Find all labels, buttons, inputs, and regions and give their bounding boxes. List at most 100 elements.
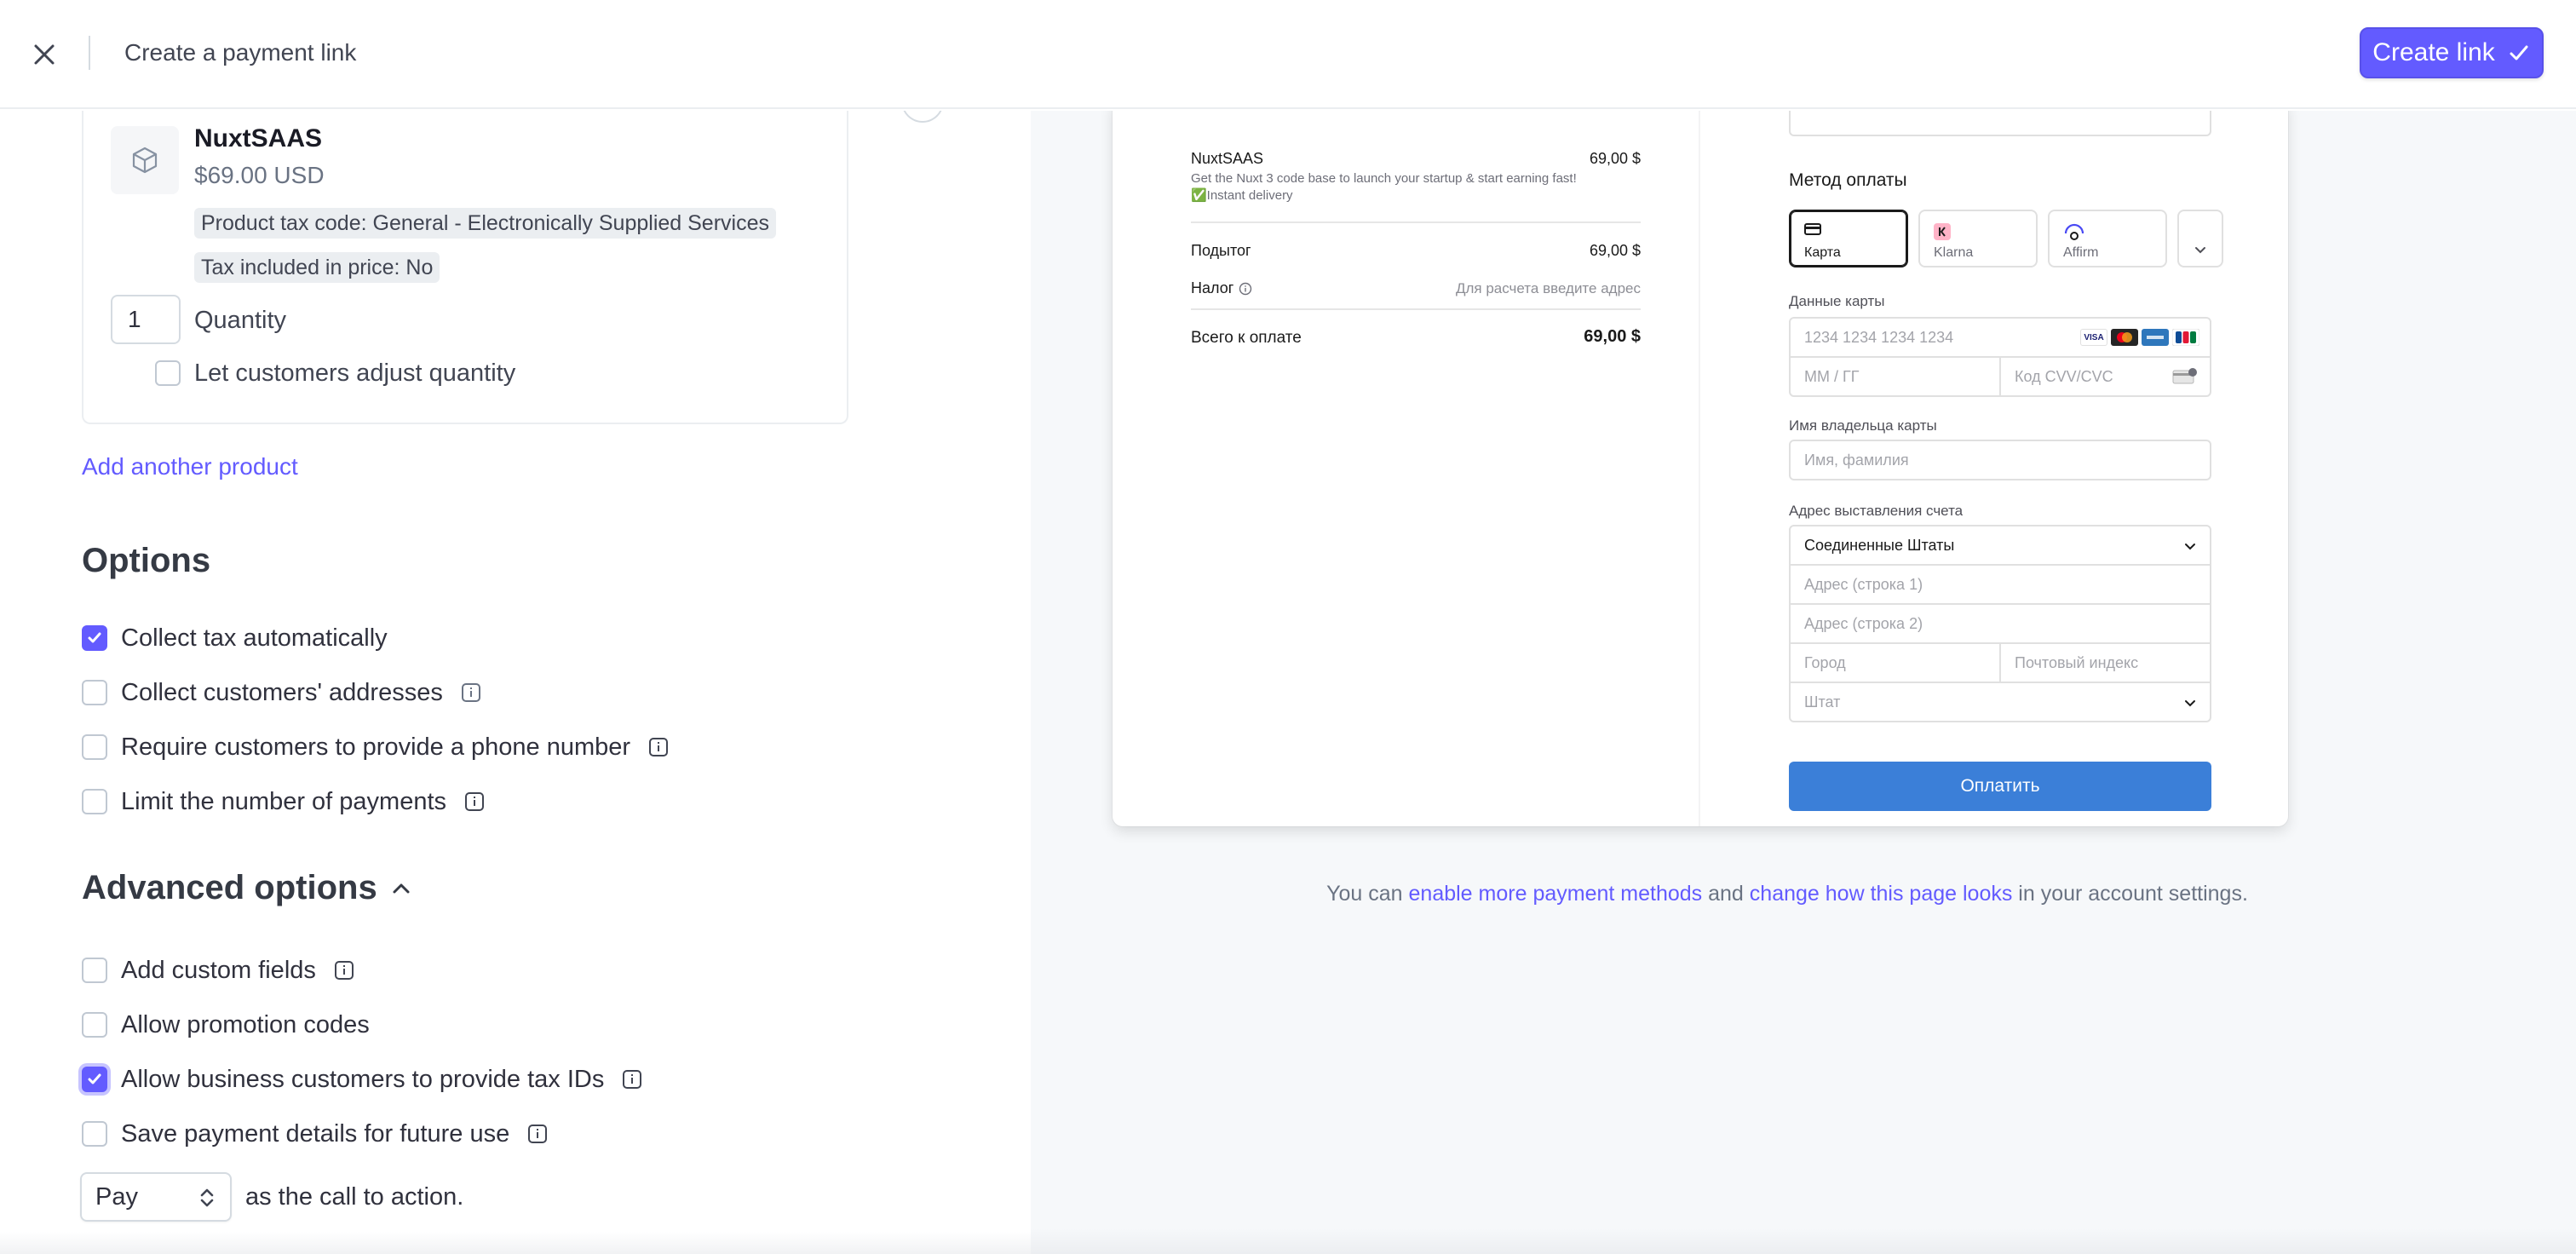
info-icon[interactable] <box>1239 282 1252 296</box>
billing-address-label: Адрес выставления счета <box>1789 503 1964 519</box>
require-phone-checkbox[interactable] <box>82 734 107 760</box>
preview-footer-note: You can enable more payment methods and … <box>1031 882 2544 906</box>
tax-value: Для расчета введите адрес <box>1455 280 1641 296</box>
limit-payments-label: Limit the number of payments <box>121 787 447 815</box>
footer-suffix: in your account settings. <box>2018 882 2248 906</box>
cvc-card-icon <box>2172 368 2197 384</box>
adjust-quantity-option[interactable]: Let customers adjust quantity <box>155 356 515 390</box>
collect-addresses-checkbox[interactable] <box>82 680 107 705</box>
card-icon <box>1804 223 1821 235</box>
total-label: Всего к оплате <box>1191 329 1302 347</box>
business-tax-ids-checkbox[interactable] <box>82 1067 107 1092</box>
option-collect-tax[interactable]: Collect tax automatically <box>82 621 388 655</box>
info-icon[interactable] <box>334 961 354 980</box>
summary-item-description: Get the Nuxt 3 code base to launch your … <box>1191 171 1577 203</box>
cardholder-placeholder: Имя, фамилия <box>1804 451 1909 469</box>
card-details-label: Данные карты <box>1789 293 1885 309</box>
collect-addresses-label: Collect customers' addresses <box>121 678 443 706</box>
change-page-looks-link[interactable]: change how this page looks <box>1750 882 2013 906</box>
tax-code-badge: Product tax code: General - Electronical… <box>194 208 776 239</box>
info-icon[interactable] <box>528 1125 548 1143</box>
close-button[interactable] <box>26 36 63 73</box>
pay-button[interactable]: Оплатить <box>1789 762 2211 811</box>
checkout-preview: NuxtSAAS 69,00 $ Get the Nuxt 3 code bas… <box>1113 111 2288 826</box>
product-card: NuxtSAAS $69.00 USD Product tax code: Ge… <box>82 111 944 424</box>
payment-methods-more-button[interactable] <box>2177 210 2223 267</box>
adjust-quantity-label: Let customers adjust quantity <box>194 359 516 387</box>
custom-fields-checkbox[interactable] <box>82 958 107 983</box>
subtotal-value: 69,00 $ <box>1589 242 1641 259</box>
check-icon <box>88 632 101 643</box>
call-to-action-select[interactable]: Pay <box>80 1172 232 1222</box>
product-thumbnail <box>111 126 179 194</box>
save-payment-details-checkbox[interactable] <box>82 1121 107 1147</box>
payment-method-affirm-label: Affirm <box>2063 245 2099 260</box>
card-expiry-input[interactable]: ММ / ГГ <box>1789 356 2001 397</box>
close-icon <box>34 44 55 65</box>
option-require-phone[interactable]: Require customers to provide a phone num… <box>82 730 669 764</box>
collect-tax-checkbox[interactable] <box>82 625 107 651</box>
checkout-preview-pane: NuxtSAAS 69,00 $ Get the Nuxt 3 code bas… <box>1031 111 2576 1254</box>
option-business-tax-ids[interactable]: Allow business customers to provide tax … <box>82 1062 642 1096</box>
card-cvc-input[interactable]: Код CVV/CVC <box>1999 356 2211 397</box>
scroll-shadow <box>1031 1228 2576 1254</box>
mastercard-icon <box>2111 329 2138 346</box>
chevron-up-down-icon <box>200 1188 214 1207</box>
payment-method-card[interactable]: Карта <box>1789 210 1908 267</box>
payment-method-affirm[interactable]: Affirm <box>2048 210 2167 267</box>
card-brands: VISA <box>2080 329 2199 346</box>
cardholder-label: Имя владельца карты <box>1789 417 1937 434</box>
box-icon <box>132 147 158 174</box>
promotion-codes-checkbox[interactable] <box>82 1012 107 1038</box>
require-phone-label: Require customers to provide a phone num… <box>121 733 631 761</box>
zip-input[interactable]: Почтовый индекс <box>1999 642 2211 683</box>
enable-payment-methods-link[interactable]: enable more payment methods <box>1409 882 1703 906</box>
product-price: $69.00 USD <box>194 162 325 188</box>
card-number-placeholder: 1234 1234 1234 1234 <box>1804 328 1954 346</box>
promotion-codes-label: Allow promotion codes <box>121 1010 370 1038</box>
address-line2-input[interactable]: Адрес (строка 2) <box>1789 603 2211 644</box>
product-name: NuxtSAAS <box>194 124 323 152</box>
country-select[interactable]: Соединенные Штаты <box>1789 525 2211 566</box>
option-custom-fields[interactable]: Add custom fields <box>82 953 354 987</box>
remove-product-button[interactable] <box>901 111 944 123</box>
limit-payments-checkbox[interactable] <box>82 789 107 814</box>
add-another-product-link[interactable]: Add another product <box>82 453 298 480</box>
payment-method-heading: Метод оплаты <box>1789 170 1907 190</box>
klarna-icon <box>1934 223 1951 240</box>
quantity-label: Quantity <box>194 307 286 334</box>
payment-link-form: NuxtSAAS $69.00 USD Product tax code: Ge… <box>0 111 1031 1254</box>
card-cvc-placeholder: Код CVV/CVC <box>2015 367 2113 385</box>
page-title: Create a payment link <box>124 39 357 66</box>
address-line1-input[interactable]: Адрес (строка 1) <box>1789 564 2211 605</box>
option-limit-payments[interactable]: Limit the number of payments <box>82 785 485 819</box>
address-line2-placeholder: Адрес (строка 2) <box>1804 614 1923 632</box>
email-input[interactable] <box>1789 111 2211 136</box>
payment-method-klarna[interactable]: Klarna <box>1918 210 2038 267</box>
city-placeholder: Город <box>1804 653 1846 671</box>
option-save-payment-details[interactable]: Save payment details for future use <box>82 1117 548 1151</box>
option-collect-addresses[interactable]: Collect customers' addresses <box>82 676 480 710</box>
top-bar: Create a payment link Create link <box>0 0 2576 109</box>
preview-divider <box>1699 111 1700 826</box>
amex-icon <box>2142 329 2169 346</box>
city-input[interactable]: Город <box>1789 642 2001 683</box>
payment-method-card-label: Карта <box>1804 245 1841 260</box>
info-icon[interactable] <box>465 792 485 811</box>
info-icon[interactable] <box>461 683 480 702</box>
summary-item-price: 69,00 $ <box>1589 150 1641 167</box>
advanced-options-toggle[interactable]: Advanced options <box>82 869 413 907</box>
option-promotion-codes[interactable]: Allow promotion codes <box>82 1008 370 1042</box>
card-number-input[interactable]: 1234 1234 1234 1234 VISA <box>1789 317 2211 358</box>
summary-divider <box>1191 308 1641 310</box>
info-icon[interactable] <box>649 738 669 756</box>
state-select[interactable]: Штат <box>1789 682 2211 722</box>
scroll-shadow <box>0 1232 1031 1254</box>
create-link-button[interactable]: Create link <box>2360 27 2544 78</box>
jcb-icon <box>2172 329 2199 346</box>
quantity-input[interactable]: 1 <box>111 295 181 344</box>
cardholder-input[interactable]: Имя, фамилия <box>1789 440 2211 480</box>
info-icon[interactable] <box>623 1070 642 1089</box>
visa-icon: VISA <box>2080 329 2107 346</box>
adjust-quantity-checkbox[interactable] <box>155 360 181 386</box>
